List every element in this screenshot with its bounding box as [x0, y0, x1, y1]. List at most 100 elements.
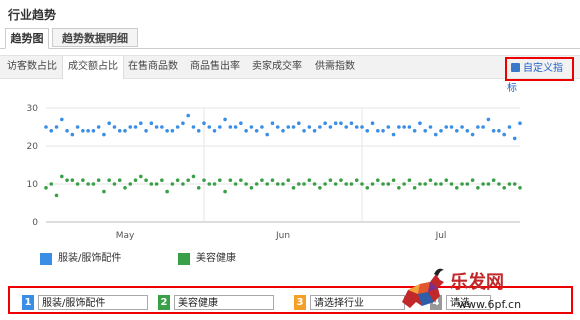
series-1-point: [444, 125, 449, 129]
series-2-point: [275, 182, 280, 186]
tab-trend-data-detail[interactable]: 趋势数据明细: [52, 28, 138, 47]
tab-seller-deal-rate[interactable]: 卖家成交率: [248, 56, 306, 78]
custom-metric-button[interactable]: 自定义指标: [505, 57, 574, 94]
series-1-point: [218, 125, 222, 129]
tab-item-sell-rate[interactable]: 商品售出率: [186, 56, 244, 78]
selector-number-badge: 1: [22, 295, 34, 310]
series-1-point: [117, 129, 122, 133]
series-1-point: [112, 125, 117, 129]
series-1-point: [65, 129, 69, 133]
series-2-point: [407, 178, 412, 182]
series-1-point: [297, 121, 301, 125]
tab-items-on-sale[interactable]: 在售商品数: [124, 56, 182, 78]
series-1-point: [81, 129, 85, 133]
series-2-point: [175, 178, 180, 182]
series-1-point: [470, 132, 475, 137]
series-1-point: [376, 129, 380, 133]
series-1-point: [328, 125, 333, 129]
series-1-point: [144, 129, 148, 133]
series-2-point: [291, 186, 296, 190]
x-tick-label: Jun: [275, 231, 290, 241]
series-1-point: [486, 117, 491, 122]
series-1-point: [507, 125, 512, 129]
series-2-point: [381, 182, 385, 186]
series-1-point: [260, 125, 264, 129]
series-1-point: [291, 125, 296, 129]
series-1-point: [44, 125, 48, 129]
series-1-point: [386, 125, 391, 129]
series-1-point: [139, 121, 143, 125]
series-2-point: [117, 178, 122, 182]
series-2-point: [423, 182, 428, 186]
series-2-point: [497, 182, 501, 186]
industry-select-2-field[interactable]: 美容健康: [174, 295, 274, 310]
series-2-point: [54, 193, 59, 198]
series-1-point: [344, 125, 349, 129]
series-2-point: [507, 182, 512, 186]
tab-visitor-share[interactable]: 访客数占比: [3, 56, 61, 78]
tab-trend-chart[interactable]: 趋势图: [5, 28, 49, 49]
series-2-point: [455, 186, 459, 190]
series-1-point: [412, 129, 417, 133]
series-2-point: [386, 182, 391, 186]
series-1-point: [49, 129, 54, 133]
series-2-point: [244, 182, 248, 186]
series-2-point: [302, 182, 306, 186]
legend-item-apparel[interactable]: 服装/服饰配件: [40, 253, 121, 265]
series-1-point: [196, 129, 201, 133]
series-2-point: [233, 182, 238, 186]
series-1-point: [307, 125, 312, 129]
series-1-point: [518, 121, 522, 125]
series-2-point: [239, 178, 243, 182]
series-2-point: [402, 182, 406, 186]
series-2-point: [102, 189, 106, 194]
tab-supply-demand-index[interactable]: 供需指数: [310, 56, 360, 78]
legend-swatch-blue: [40, 253, 52, 265]
series-2-point: [196, 186, 201, 190]
series-1-point: [270, 121, 275, 125]
series-2-point: [218, 178, 222, 182]
y-tick-label: 0: [32, 218, 38, 228]
series-2-point: [512, 182, 517, 186]
series-2-point: [333, 182, 338, 186]
industry-select-1-field[interactable]: 服装/服饰配件: [38, 295, 148, 310]
tab-deal-amount-share[interactable]: 成交额占比: [62, 56, 124, 79]
series-2-point: [265, 182, 270, 186]
series-2-point: [223, 189, 227, 194]
series-1-point: [439, 129, 443, 133]
x-tick-label: Jul: [435, 231, 447, 241]
series-2-point: [465, 182, 470, 186]
y-tick-label: 30: [27, 104, 39, 114]
series-1-point: [254, 129, 259, 133]
series-2-point: [202, 178, 206, 182]
series-1-point: [365, 129, 370, 133]
series-1-point: [354, 125, 359, 129]
series-2-point: [391, 178, 396, 182]
metric-settings-icon: [511, 63, 520, 72]
series-2-point: [449, 182, 454, 186]
series-1-point: [281, 129, 285, 133]
series-2-point: [96, 178, 101, 182]
series-2-point: [260, 178, 264, 182]
series-2-point: [91, 182, 96, 186]
series-2-point: [60, 174, 64, 179]
series-1-point: [275, 125, 280, 129]
series-2-point: [281, 182, 285, 186]
series-1-point: [455, 129, 459, 133]
series-1-point: [70, 132, 75, 137]
series-2-point: [518, 186, 522, 190]
series-2-point: [160, 178, 164, 182]
x-tick-label: May: [116, 231, 135, 241]
series-1-point: [512, 136, 517, 141]
series-1-point: [333, 121, 338, 125]
series-2-point: [49, 182, 54, 186]
series-2-point: [344, 182, 349, 186]
legend-item-beauty-health[interactable]: 美容健康: [178, 253, 236, 265]
series-2-point: [476, 186, 480, 190]
series-1-point: [181, 121, 185, 125]
legend-label: 美容健康: [196, 253, 236, 264]
series-1-point: [149, 121, 154, 125]
watermark-brand: 乐发网: [450, 271, 504, 293]
series-2-point: [491, 178, 496, 182]
industry-select-3-field[interactable]: 请选择行业: [310, 295, 405, 310]
